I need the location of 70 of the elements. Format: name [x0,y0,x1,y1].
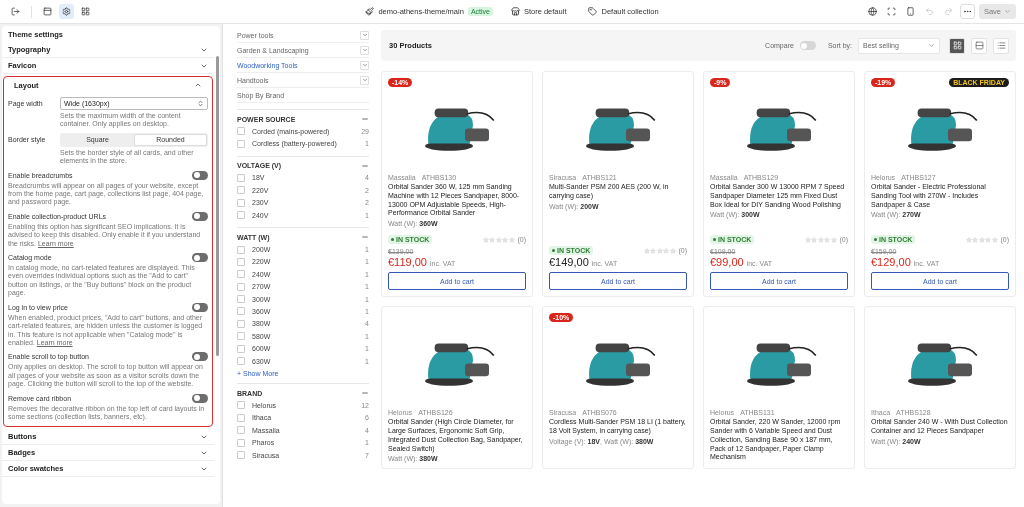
phone-icon [905,7,915,16]
checkbox[interactable] [237,198,245,207]
toggle-switch[interactable] [192,211,208,221]
settings-icon [62,7,71,16]
checkbox[interactable] [237,173,245,182]
grid-view-button[interactable] [949,37,965,54]
rows-icon [974,41,984,50]
checkbox[interactable] [237,245,245,254]
checkbox[interactable] [237,211,245,220]
chevron-button[interactable] [360,45,369,55]
checkbox[interactable] [237,257,245,266]
list-icon [996,41,1006,50]
panel-icon [43,7,52,16]
chevron-icon [361,32,368,38]
store-icon [510,7,520,16]
chevron-button[interactable] [360,60,369,70]
frame-icon [886,7,896,16]
rows-view-button[interactable] [971,37,987,54]
product-price: €149,00 [549,256,589,269]
list-view-button[interactable] [993,37,1009,54]
toggle-switch[interactable] [192,170,208,180]
brush-icon [365,7,375,16]
chevron-icon [361,47,368,53]
checkbox[interactable] [237,139,245,148]
checkbox[interactable] [237,270,245,279]
grid-icon [952,41,962,50]
caret-icon [1004,8,1011,15]
chevron-button[interactable] [360,30,369,40]
toggle-switch[interactable] [192,302,208,312]
checkbox[interactable] [237,295,245,304]
checkbox[interactable] [237,332,245,341]
collapse-icon[interactable] [361,115,369,123]
toggle-switch[interactable] [799,41,816,50]
more-button[interactable] [959,4,975,19]
caret-icon [928,42,935,49]
globe-icon [867,7,877,16]
checkbox[interactable] [237,186,245,195]
undo-icon [924,7,934,16]
updown-icon [197,100,204,107]
product-price: €129,00 [871,256,911,269]
chevron-button[interactable] [360,75,369,85]
product-price: €99,00 [710,256,744,269]
checkbox[interactable] [237,426,245,435]
checkbox[interactable] [237,401,245,410]
tag-icon [588,7,598,16]
more-icon [962,7,972,16]
panel-tab[interactable] [40,4,55,19]
checkbox[interactable] [237,357,245,366]
exit-button[interactable] [8,4,23,19]
checkbox[interactable] [237,451,245,459]
exit-icon [11,7,20,16]
checkbox[interactable] [237,307,245,316]
checkbox[interactable] [237,438,245,447]
settings-tab[interactable] [59,4,74,19]
toggle-switch[interactable] [192,352,208,362]
chevron-icon [361,62,368,68]
chevron-icon [194,81,202,89]
toggle-switch[interactable] [192,393,208,403]
checkbox[interactable] [237,413,245,422]
checkbox[interactable] [237,319,245,328]
checkbox[interactable] [237,282,245,291]
checkbox[interactable] [237,344,245,353]
scrollbar[interactable] [216,56,219,356]
chevron-icon [361,77,368,83]
grid-icon [81,7,90,16]
redo-icon [943,7,953,16]
checkbox[interactable] [237,127,245,136]
product-price: €119,00 [388,256,427,269]
toggle-switch[interactable] [192,253,208,263]
grid-tab[interactable] [78,4,93,19]
